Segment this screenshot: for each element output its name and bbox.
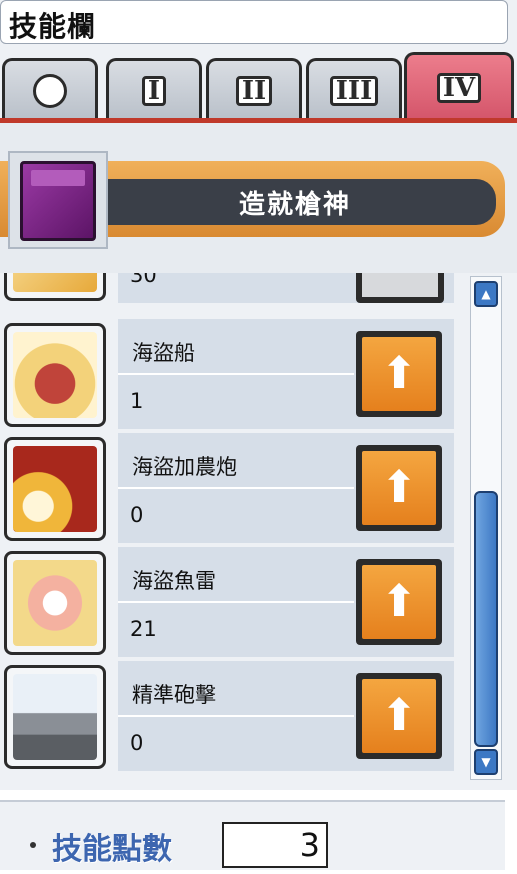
skill-level: 0: [130, 731, 144, 755]
job-name: 造就槍神: [238, 189, 351, 220]
divider: [118, 487, 354, 489]
arrow-up-icon: ⬆: [380, 348, 418, 399]
skill-art-icon: [13, 273, 97, 292]
skill-info: 海盜魚雷 21 ⬆: [118, 547, 454, 657]
window-titlebar[interactable]: 技能欄: [0, 0, 508, 44]
scrollbar-thumb[interactable]: [474, 491, 498, 747]
arrow-up-icon: ⬆: [380, 690, 418, 741]
skill-info: 精準砲擊 0 ⬆: [118, 661, 454, 771]
divider: [118, 715, 354, 717]
bullet-icon: [30, 842, 36, 848]
tab-label: III: [329, 75, 379, 106]
skill-points-label: 技能點數: [52, 832, 172, 867]
skill-name: 精準砲擊: [132, 683, 216, 707]
skill-info: 海盜加農炮 0 ⬆: [118, 433, 454, 543]
footer-bar: 技能點數 3: [0, 800, 505, 870]
tab-job-3[interactable]: III: [306, 58, 402, 120]
level-up-button[interactable]: ⬆: [356, 673, 442, 759]
job-name-plate: 造就槍神: [94, 179, 496, 225]
cannon-icon: [13, 446, 97, 532]
arrow-up-icon: ⬆: [380, 576, 418, 627]
footer: 技能點數 3: [0, 790, 517, 874]
skill-level: 1: [130, 389, 144, 413]
tab-beginner[interactable]: [2, 58, 98, 120]
scrollbar[interactable]: ▲ ▼: [470, 276, 502, 780]
divider: [118, 373, 354, 375]
skill-icon-frame: [4, 665, 106, 769]
skill-name: 海盜船: [132, 341, 195, 365]
pirate-flag-icon: [13, 674, 97, 760]
skill-level: 21: [130, 617, 157, 641]
job-tabs: I II III IV: [0, 52, 517, 120]
skill-row: 海盜船 1 ⬆: [0, 317, 455, 431]
purple-book-icon: [20, 161, 96, 241]
pirate-ship-icon: [13, 332, 97, 418]
tab-job-4[interactable]: IV: [404, 52, 514, 120]
tab-label: I: [141, 75, 167, 106]
skill-info: 海盜船 1 ⬆: [118, 319, 454, 429]
skill-row: 海盜魚雷 21 ⬆: [0, 545, 455, 659]
skill-row: 精準砲擊 0 ⬆: [0, 659, 455, 773]
level-up-button[interactable]: ⬆: [356, 445, 442, 531]
skill-icon-frame: [4, 323, 106, 427]
skill-row: 海盜加農炮 0 ⬆: [0, 431, 455, 545]
skill-points-value: 3: [222, 822, 328, 868]
torpedo-fish-icon: [13, 560, 97, 646]
job-header: 造就槍神: [0, 123, 517, 273]
window-title: 技能欄: [9, 10, 97, 43]
tab-label: II: [235, 75, 273, 106]
level-up-button[interactable]: ⬆: [356, 331, 442, 417]
tab-job-2[interactable]: II: [206, 58, 302, 120]
skill-icon-frame: [4, 551, 106, 655]
scroll-down-icon[interactable]: ▼: [474, 749, 498, 775]
circle-icon: [33, 73, 67, 108]
skill-list: 30 海盜船 1 ⬆ 海盜加農炮 0 ⬆ 海盜魚雷 21 ⬆ 精準砲擊 0 ⬆: [0, 273, 517, 783]
skill-name: 海盜加農炮: [132, 455, 237, 479]
tab-job-1[interactable]: I: [106, 58, 202, 120]
skill-name: 海盜魚雷: [132, 569, 216, 593]
arrow-up-icon: ⬆: [380, 462, 418, 513]
scroll-up-icon[interactable]: ▲: [474, 281, 498, 307]
divider: [118, 601, 354, 603]
tab-label: IV: [436, 72, 482, 103]
skill-level: 0: [130, 503, 144, 527]
skill-level: 30: [130, 273, 157, 287]
skill-icon-frame: [4, 437, 106, 541]
skill-icon-frame: [4, 273, 106, 301]
level-up-button[interactable]: ⬆: [356, 559, 442, 645]
job-icon-frame: [8, 151, 108, 249]
level-up-button-disabled: [356, 273, 444, 303]
